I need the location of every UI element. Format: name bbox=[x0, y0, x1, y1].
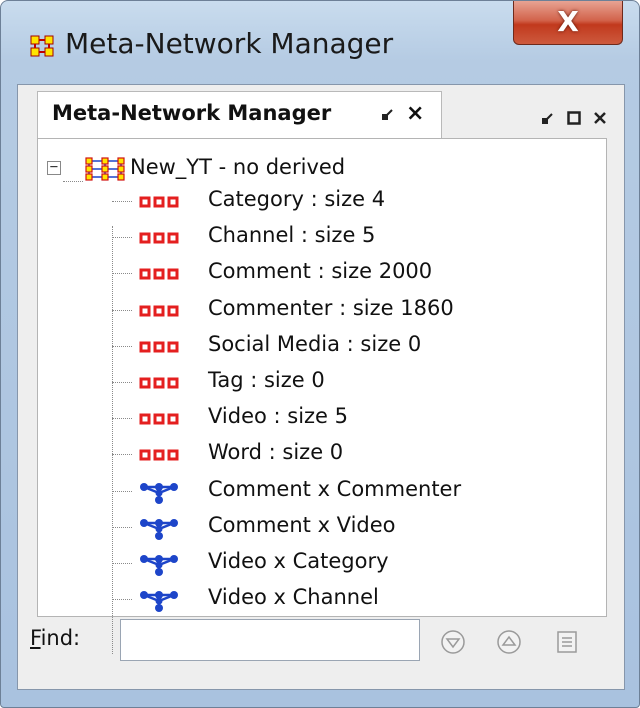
window-title: Meta-Network Manager bbox=[65, 27, 394, 60]
nodeset-icon bbox=[139, 449, 179, 461]
tree-item[interactable]: Word : size 0 bbox=[38, 440, 578, 470]
close-icon[interactable] bbox=[593, 111, 607, 125]
find-label-rest: ind: bbox=[40, 626, 81, 650]
pin-icon[interactable] bbox=[381, 107, 395, 121]
tree-item-label: Tag : size 0 bbox=[208, 368, 325, 392]
tree-item[interactable]: Channel : size 5 bbox=[38, 223, 578, 253]
tab-label: Meta-Network Manager bbox=[52, 101, 332, 125]
tree-connector bbox=[112, 490, 132, 492]
tree-connector bbox=[112, 237, 132, 239]
tree-item[interactable]: Comment x Video bbox=[38, 513, 578, 543]
tree-item[interactable]: Comment x Commenter bbox=[38, 477, 578, 507]
nodeset-icon bbox=[139, 232, 179, 244]
tree-item-label: Comment x Commenter bbox=[208, 476, 462, 501]
network-icon bbox=[140, 555, 178, 576]
nodeset-icon bbox=[139, 377, 179, 389]
window-close-button[interactable]: X bbox=[513, 1, 623, 45]
manager-panel: Meta-Network Manager × − New_YT - no der… bbox=[17, 84, 625, 690]
tree-item-label: Word : size 0 bbox=[208, 440, 344, 465]
tree-item[interactable]: Video : size 5 bbox=[38, 404, 578, 434]
tree-item[interactable]: Comment : size 2000 bbox=[38, 259, 578, 289]
tree-connector bbox=[112, 309, 132, 311]
find-list-icon[interactable] bbox=[554, 629, 580, 655]
meta-network-icon bbox=[30, 35, 54, 57]
tree-connector bbox=[112, 382, 132, 383]
network-icon bbox=[140, 591, 178, 613]
tree-item-label: Category : size 4 bbox=[208, 187, 386, 211]
tree-connector bbox=[112, 273, 132, 275]
nodeset-icon bbox=[139, 341, 179, 353]
tree-item-label: Comment x Video bbox=[208, 512, 396, 537]
tree-item[interactable]: Tag : size 0 bbox=[38, 368, 578, 398]
meta-network-manager-window: Meta-Network Manager X Meta-Network Mana… bbox=[0, 0, 640, 708]
find-previous-icon[interactable] bbox=[496, 629, 522, 655]
tree-connector bbox=[112, 418, 132, 420]
tree-item[interactable]: Video x Channel bbox=[38, 585, 578, 615]
find-label-mnemonic: F bbox=[30, 626, 41, 650]
network-icon bbox=[140, 482, 178, 504]
tree-item[interactable]: Video x Category bbox=[38, 549, 578, 579]
tree-connector bbox=[112, 345, 132, 347]
tree-connector bbox=[112, 454, 132, 456]
tree-item-label: Video x Channel bbox=[208, 585, 379, 610]
tree-item[interactable]: Commenter : size 1860 bbox=[38, 296, 578, 326]
tree-item-label: Channel : size 5 bbox=[208, 223, 376, 248]
tree-connector bbox=[112, 563, 132, 564]
tree-connector bbox=[112, 526, 132, 528]
tree-item-label: Video x Category bbox=[208, 549, 389, 573]
nodeset-icon bbox=[139, 196, 179, 208]
meta-network-icon bbox=[85, 157, 125, 181]
tab-meta-network-manager[interactable]: Meta-Network Manager × bbox=[37, 91, 442, 139]
network-icon bbox=[140, 518, 178, 540]
tree-item-label: Comment : size 2000 bbox=[208, 259, 433, 284]
nodeset-icon bbox=[139, 305, 179, 317]
tree-connector bbox=[112, 201, 132, 202]
meta-network-tree: − New_YT - no derived Category: size 4 … bbox=[37, 138, 607, 654]
frame-controls bbox=[541, 107, 619, 129]
tree-item[interactable]: Category : size 4 bbox=[38, 187, 578, 217]
pin-icon[interactable] bbox=[541, 111, 555, 125]
maximize-icon[interactable] bbox=[567, 111, 581, 125]
tree-item-label: Video : size 5 bbox=[208, 404, 349, 429]
tab-close-button[interactable]: × bbox=[406, 101, 424, 126]
tree-item-label: Social Media : size 0 bbox=[208, 331, 422, 356]
tree-item[interactable]: Social Media : size 0 bbox=[38, 332, 578, 362]
nodeset-icon bbox=[139, 413, 179, 425]
tree-connector bbox=[63, 181, 83, 182]
tree-connector bbox=[112, 599, 132, 601]
nodeset-icon bbox=[139, 268, 179, 280]
tree-root-label: New_YT - no derived bbox=[130, 155, 346, 179]
find-label: Find: bbox=[30, 626, 80, 650]
find-input[interactable] bbox=[120, 619, 420, 661]
find-next-icon[interactable] bbox=[440, 629, 466, 655]
tree-item-label: Commenter : size 1860 bbox=[208, 295, 454, 320]
collapse-toggle[interactable]: − bbox=[47, 160, 61, 175]
